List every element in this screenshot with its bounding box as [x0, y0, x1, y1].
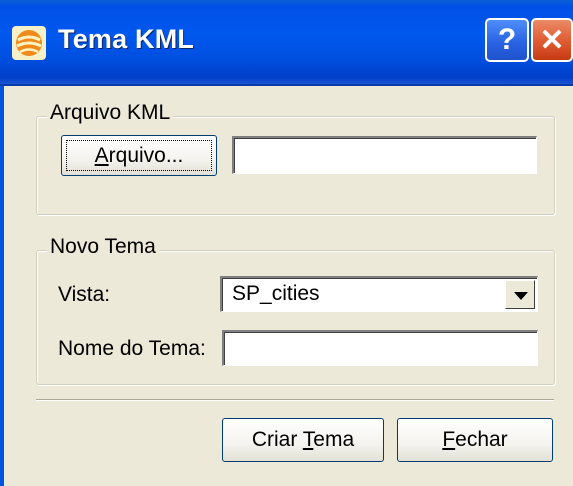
- view-selected-value: SP_cities: [232, 282, 320, 305]
- chevron-down-icon[interactable]: [505, 280, 535, 309]
- window-title: Tema KML: [58, 24, 195, 54]
- footer-separator: [36, 399, 554, 401]
- focus-rectangle: [66, 140, 212, 171]
- help-button[interactable]: ?: [485, 18, 529, 62]
- create-theme-button[interactable]: Criar Tema: [222, 418, 384, 462]
- create-theme-button-label: Criar Tema: [251, 428, 355, 451]
- close-window-button[interactable]: ✕: [531, 18, 573, 62]
- close-dialog-button[interactable]: Fechar: [397, 418, 553, 462]
- tema-kml-dialog: Tema KML ? ✕ Arquivo KML Arquivo... Novo…: [0, 0, 573, 486]
- view-select[interactable]: SP_cities: [220, 276, 538, 312]
- theme-name-input[interactable]: [222, 330, 538, 366]
- theme-name-label: Nome do Tema:: [58, 337, 206, 360]
- browse-file-button[interactable]: Arquivo...: [61, 135, 217, 176]
- help-icon: ?: [497, 23, 517, 56]
- title-bar[interactable]: Tema KML ? ✕: [0, 0, 573, 86]
- view-label: Vista:: [58, 283, 111, 306]
- theme-group-legend: Novo Tema: [47, 235, 159, 259]
- close-dialog-button-label: Fechar: [442, 428, 508, 451]
- kml-file-path-input[interactable]: [232, 136, 537, 174]
- app-logo-icon: [12, 26, 46, 60]
- close-icon: ✕: [539, 23, 565, 57]
- kml-group-legend: Arquivo KML: [47, 101, 174, 125]
- window-left-border: [0, 86, 4, 486]
